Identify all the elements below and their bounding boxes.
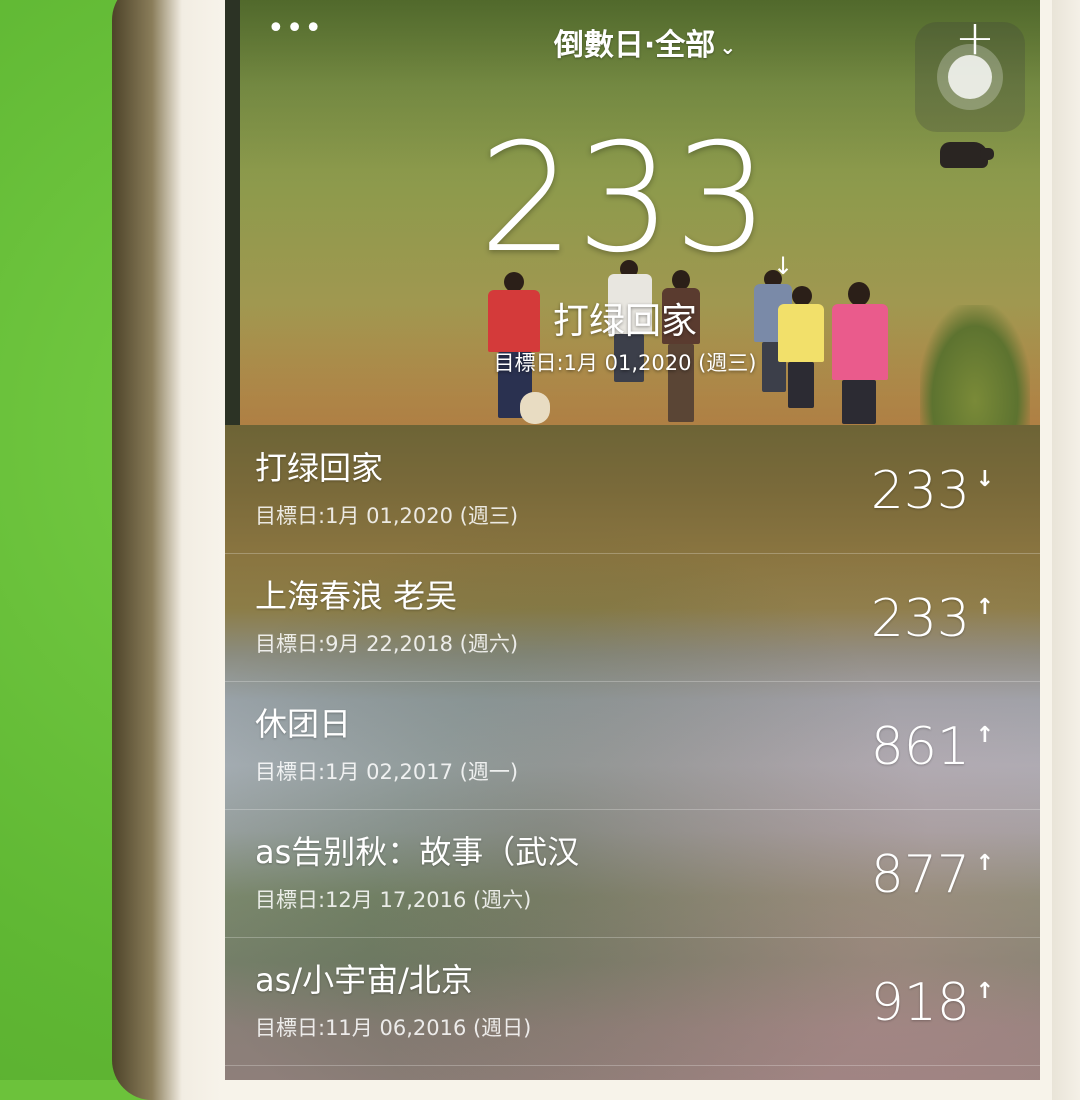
event-date: 目標日:11月 06,2016 (週日) [255, 1016, 532, 1040]
featured-event-date: 目標日:1月 01,2020 (週三) [493, 351, 757, 375]
event-count: 233 [870, 461, 970, 521]
event-row[interactable]: 休团日 目標日:1月 02,2017 (週一) 861 ↑ [225, 681, 1040, 810]
event-count: 233 [870, 589, 970, 649]
event-date: 目標日:1月 01,2020 (週三) [255, 504, 519, 528]
event-name: 休团日 [255, 705, 352, 743]
event-name: as/小宇宙/北京 [255, 961, 473, 999]
arrow-up-icon: ↑ [975, 979, 994, 1004]
app-screen: ••• 倒數日·全部 ⌄ + 233 ↓ 打绿回家 目標日:1月 01,2020 … [225, 0, 1040, 1080]
event-count: 877 [870, 845, 970, 905]
chevron-down-icon: ⌄ [719, 34, 737, 59]
event-count: 918 [870, 973, 970, 1033]
event-row[interactable]: as/小宇宙/北京 目標日:11月 06,2016 (週日) 918 ↑ [225, 937, 1040, 1066]
nav-title-label: 倒數日·全部 [553, 28, 716, 63]
phone-edge [1052, 0, 1080, 1100]
shrub [920, 305, 1030, 425]
arrow-up-icon: ↑ [975, 851, 994, 876]
plus-icon: + [954, 10, 996, 66]
cow-image [940, 142, 994, 168]
event-name: 上海春浪 老吴 [255, 577, 458, 615]
category-selector[interactable]: 倒數日·全部 ⌄ [515, 20, 775, 64]
event-date: 目標日:12月 17,2016 (週六) [255, 888, 532, 912]
more-button[interactable]: ••• [267, 14, 322, 48]
arrow-down-icon: ↓ [773, 252, 794, 280]
event-list: 打绿回家 目標日:1月 01,2020 (週三) 233 ↓ 上海春浪 老吴 目… [225, 425, 1040, 1080]
arrow-up-icon: ↑ [975, 595, 994, 620]
event-name: 打绿回家 [255, 449, 384, 487]
event-date: 目標日:9月 22,2018 (週六) [255, 632, 519, 656]
event-count: 861 [870, 717, 970, 777]
event-name: as告别秋：故事（武汉 [255, 833, 580, 871]
featured-event-name: 打绿回家 [552, 301, 697, 342]
arrow-down-icon: ↓ [975, 467, 994, 492]
more-icon: ••• [267, 11, 324, 46]
event-row[interactable]: as告别秋：故事（武汉 目標日:12月 17,2016 (週六) 877 ↑ [225, 809, 1040, 938]
add-event-button[interactable]: + [947, 14, 1003, 62]
event-row[interactable]: 上海春浪 老吴 目標日:9月 22,2018 (週六) 233 ↑ [225, 553, 1040, 682]
event-row[interactable]: 打绿回家 目標日:1月 01,2020 (週三) 233 ↓ [225, 425, 1040, 554]
arrow-up-icon: ↑ [975, 723, 994, 748]
event-date: 目標日:1月 02,2017 (週一) [255, 760, 519, 784]
featured-count: 233 [478, 112, 772, 286]
